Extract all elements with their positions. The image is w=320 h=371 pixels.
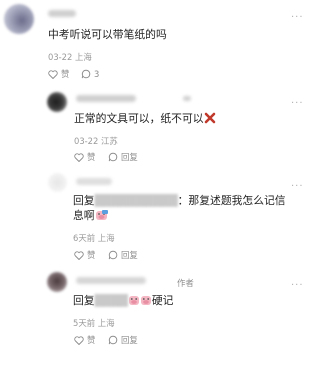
reply-count: 3 <box>94 69 100 79</box>
comment-text-body: 正常的文具可以，纸不可以 <box>74 112 204 125</box>
comment-icon <box>108 152 118 162</box>
username-tag <box>183 96 191 101</box>
reply-label: 回复 <box>121 152 138 162</box>
pig-emoji <box>95 209 108 225</box>
comment-text: 中考听说可以带笔纸的吗 <box>48 28 167 41</box>
reply-prefix: 回复 <box>73 294 95 307</box>
avatar[interactable] <box>47 272 67 292</box>
reply-label: 回复 <box>121 250 138 260</box>
comment-text: 回复████ 硬记 <box>73 293 173 310</box>
comment-meta: 6天前 上海 <box>73 233 115 243</box>
reply-label: 回复 <box>121 335 138 345</box>
reply-prefix: 回复 <box>73 194 95 207</box>
comment-meta: 5天前 上海 <box>73 318 115 328</box>
like-icon <box>74 152 84 162</box>
comment-icon <box>108 250 118 260</box>
like-icon <box>74 335 84 345</box>
like-icon <box>48 69 58 79</box>
comment-icon <box>108 335 118 345</box>
username[interactable] <box>76 277 146 284</box>
pig-emoji <box>128 294 140 310</box>
mention-username[interactable]: ██████████ <box>95 194 178 207</box>
comment-text-line2: 息啊 <box>73 208 108 225</box>
comment-button[interactable]: 3 <box>81 69 99 79</box>
like-label: 赞 <box>87 335 96 345</box>
more-icon[interactable]: ··· <box>291 182 304 192</box>
reply-button[interactable]: 回复 <box>108 152 138 162</box>
avatar[interactable] <box>47 92 67 112</box>
avatar[interactable] <box>4 4 34 34</box>
reply-button[interactable]: 回复 <box>108 250 138 260</box>
comment-icon <box>81 69 91 79</box>
like-button[interactable]: 赞 <box>74 152 95 162</box>
comment-text-body: ：那复述题我怎么记信 <box>177 194 286 207</box>
like-button[interactable]: 赞 <box>74 335 95 345</box>
comment-text: 回复██████████：那复述题我怎么记信 <box>73 193 286 208</box>
author-badge: 作者 <box>177 278 194 288</box>
cross-mark-emoji <box>204 112 216 128</box>
like-label: 赞 <box>87 250 96 260</box>
like-label: 赞 <box>87 152 96 162</box>
comment-meta: 03-22 上海 <box>48 52 92 62</box>
reply-button[interactable]: 回复 <box>108 335 138 345</box>
more-icon[interactable]: ··· <box>291 281 304 291</box>
username[interactable] <box>48 10 76 17</box>
like-label: 赞 <box>61 69 70 79</box>
more-icon[interactable]: ··· <box>291 13 304 23</box>
comment-text-body: 息啊 <box>73 209 95 222</box>
comment-text-body: 硬记 <box>151 294 174 307</box>
like-button[interactable]: 赞 <box>74 250 95 260</box>
more-icon[interactable]: ··· <box>291 99 304 109</box>
mention-username[interactable]: ████ <box>95 294 128 307</box>
comment-text: 正常的文具可以，纸不可以 <box>74 111 216 128</box>
username[interactable] <box>76 95 136 102</box>
pig-emoji <box>140 294 152 310</box>
like-icon <box>74 250 84 260</box>
like-button[interactable]: 赞 <box>48 69 69 79</box>
comment-meta: 03-22 江苏 <box>74 136 118 146</box>
username[interactable] <box>76 178 112 185</box>
avatar[interactable] <box>48 173 67 192</box>
